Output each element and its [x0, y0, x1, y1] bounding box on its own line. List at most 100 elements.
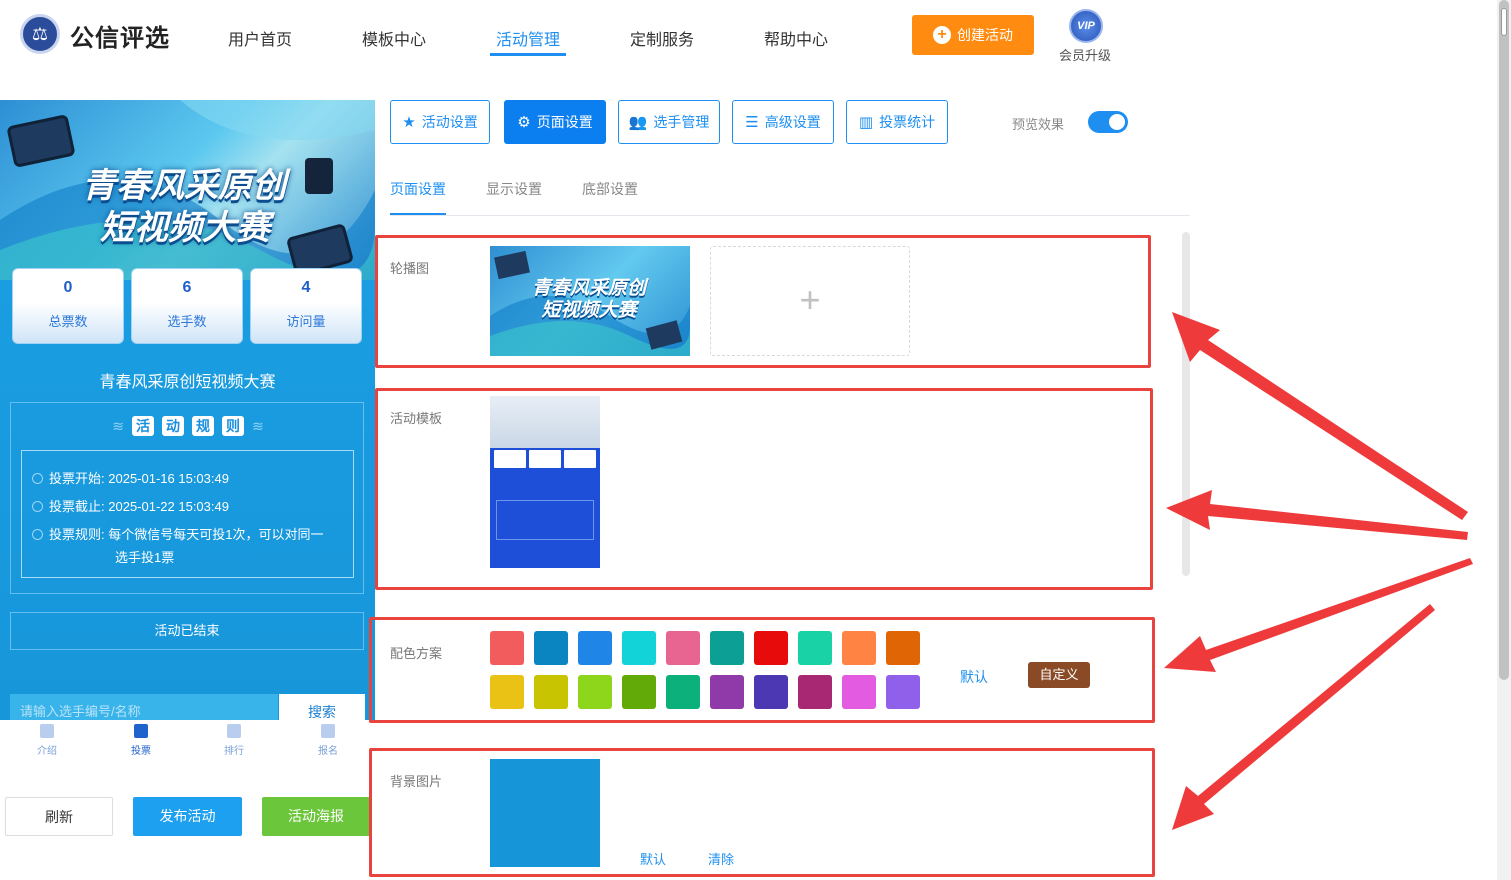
page-scrollbar-thumb[interactable]: [1499, 0, 1509, 680]
add-carousel-image-button[interactable]: +: [710, 246, 910, 356]
carousel-title-line1: 青春风采原创: [532, 278, 647, 299]
create-activity-label: 创建活动: [957, 27, 1013, 43]
background-image-label: 背景图片: [390, 774, 443, 789]
bar-chart-icon: ▥: [858, 114, 874, 131]
vote-end-value: 2025-01-22 15:03:49: [108, 499, 229, 514]
rules-heading-char: 规: [192, 416, 214, 436]
users-icon: 👥: [628, 114, 648, 131]
button-label: 页面设置: [536, 114, 593, 130]
tab-label: 报名: [318, 746, 338, 757]
publish-activity-button[interactable]: 发布活动: [133, 797, 242, 836]
subtab-page-settings[interactable]: 页面设置: [390, 179, 446, 199]
arrow-to-carousel: [1172, 312, 1468, 520]
top-header: ⚖ 公信评选 用户首页 模板中心 活动管理 定制服务 帮助中心 + 创建活动 V…: [0, 0, 1497, 72]
color-swatch[interactable]: [666, 631, 700, 665]
vote-rule-value-cont: 选手投1票: [115, 550, 175, 565]
color-swatch[interactable]: [534, 631, 568, 665]
carousel-image-title: 青春风采原创 短视频大赛: [532, 278, 646, 322]
subtab-display-settings[interactable]: 显示设置: [486, 179, 542, 199]
template-thumb-stats: [494, 450, 596, 468]
site-logo-text[interactable]: 公信评选: [70, 18, 170, 53]
tab-signup[interactable]: 报名: [308, 724, 348, 757]
color-swatch[interactable]: [622, 631, 656, 665]
stat-value: 6: [182, 279, 192, 296]
stat-visits: 4 访问量: [250, 268, 362, 344]
activity-settings-button[interactable]: ★ 活动设置: [390, 100, 490, 144]
vote-rule-label: 投票规则:: [49, 527, 105, 542]
scroll-top-indicator: [1501, 8, 1507, 36]
color-default-link[interactable]: 默认: [960, 667, 988, 687]
plus-icon: +: [799, 279, 821, 320]
color-swatch[interactable]: [710, 631, 744, 665]
tab-intro[interactable]: 介绍: [27, 724, 67, 757]
tab-ranking[interactable]: 排行: [214, 724, 254, 757]
arrow-to-template: [1166, 490, 1468, 540]
banner-title-line2: 短视频大赛: [100, 209, 270, 247]
color-swatch[interactable]: [842, 631, 876, 665]
activity-poster-button[interactable]: 活动海报: [262, 797, 370, 836]
nav-help-center[interactable]: 帮助中心: [764, 26, 828, 50]
vip-badge-icon[interactable]: VIP: [1069, 9, 1103, 43]
stat-label: 访问量: [286, 314, 326, 329]
background-default-link[interactable]: 默认: [640, 849, 666, 868]
color-swatch[interactable]: [578, 631, 612, 665]
advanced-settings-button[interactable]: ☰ 高级设置: [732, 100, 834, 144]
nav-activity-management[interactable]: 活动管理: [496, 26, 560, 50]
vote-start-label: 投票开始:: [49, 471, 105, 486]
color-swatch[interactable]: [754, 631, 788, 665]
page-settings-button[interactable]: ⚙ 页面设置: [504, 100, 606, 144]
color-swatch-row-1: [490, 631, 920, 665]
scales-logo-icon[interactable]: ⚖: [20, 14, 60, 54]
subtab-active-underline: [390, 213, 446, 215]
template-label: 活动模板: [390, 411, 443, 426]
color-swatch[interactable]: [534, 675, 568, 709]
color-swatch[interactable]: [798, 675, 832, 709]
stat-contestants: 6 选手数: [131, 268, 243, 344]
create-activity-button[interactable]: + 创建活动: [912, 15, 1034, 55]
preview-banner[interactable]: 青春风采原创 短视频大赛: [0, 100, 375, 280]
wave-icon: ≋: [112, 417, 124, 434]
color-swatch[interactable]: [754, 675, 788, 709]
member-upgrade-link[interactable]: 会员升级: [1059, 45, 1111, 64]
carousel-title-line2: 短视频大赛: [541, 300, 637, 321]
color-swatch[interactable]: [666, 675, 700, 709]
stat-label: 总票数: [48, 314, 88, 329]
activity-title: 青春风采原创短视频大赛: [99, 374, 276, 391]
color-swatch[interactable]: [886, 631, 920, 665]
nav-custom-service[interactable]: 定制服务: [630, 26, 694, 50]
vote-statistics-button[interactable]: ▥ 投票统计: [846, 100, 948, 144]
color-custom-button[interactable]: 自定义: [1028, 662, 1090, 688]
nav-user-home[interactable]: 用户首页: [228, 26, 292, 50]
stat-value: 0: [63, 279, 73, 296]
document-icon: [40, 724, 54, 738]
clock-icon: [32, 501, 43, 512]
color-swatch[interactable]: [842, 675, 876, 709]
background-image-preview[interactable]: [490, 759, 600, 867]
search-button[interactable]: 搜索: [279, 694, 365, 720]
refresh-button[interactable]: 刷新: [5, 797, 113, 836]
vote-end-label: 投票截止:: [49, 499, 105, 514]
vote-start-row: 投票开始: 2025-01-16 15:03:49: [32, 468, 229, 487]
color-swatch[interactable]: [490, 631, 524, 665]
color-swatch[interactable]: [578, 675, 612, 709]
background-clear-link[interactable]: 清除: [708, 849, 734, 868]
color-swatch[interactable]: [622, 675, 656, 709]
nav-template-center[interactable]: 模板中心: [362, 26, 426, 50]
preview-toggle[interactable]: [1088, 111, 1128, 133]
contestant-management-button[interactable]: 👥 选手管理: [618, 100, 720, 144]
color-swatch[interactable]: [710, 675, 744, 709]
template-thumbnail[interactable]: [490, 396, 600, 576]
color-swatch[interactable]: [798, 631, 832, 665]
tab-vote[interactable]: 投票: [121, 724, 161, 757]
activity-status: 活动已结束: [10, 612, 364, 650]
contestant-search-input[interactable]: 请输入选手编号/名称: [10, 694, 278, 720]
sliders-icon: ☰: [745, 114, 759, 131]
nav-active-underline: [490, 53, 566, 56]
camera-icon: [305, 158, 333, 194]
template-thumb-header: [490, 396, 600, 448]
color-swatch[interactable]: [886, 675, 920, 709]
carousel-image[interactable]: 青春风采原创 短视频大赛: [490, 246, 690, 356]
hand-pointer-icon: [321, 724, 335, 738]
subtab-footer-settings[interactable]: 底部设置: [582, 179, 638, 199]
color-swatch[interactable]: [490, 675, 524, 709]
